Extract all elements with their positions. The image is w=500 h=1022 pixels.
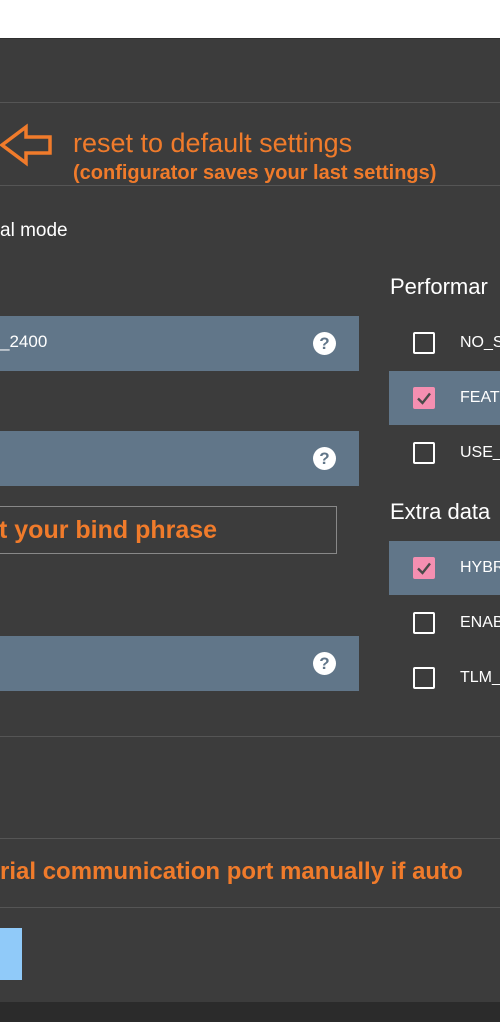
option-label: NO_S <box>460 334 500 351</box>
extra-data-section-title: Extra data <box>390 499 491 524</box>
extra-data-option-2[interactable]: ENAB <box>389 596 500 650</box>
option-label: ENAB <box>460 614 500 631</box>
performance-option-1[interactable]: NO_S <box>389 316 500 370</box>
help-icon[interactable]: ? <box>313 447 336 470</box>
bind-phrase-input[interactable]: t your bind phrase <box>0 506 337 554</box>
option-label: USE_ <box>460 444 500 461</box>
extra-data-option-3[interactable]: TLM_ <box>389 651 500 705</box>
left-arrow-annotation-icon <box>0 123 52 167</box>
help-icon[interactable]: ? <box>313 652 336 675</box>
action-button[interactable] <box>0 928 22 980</box>
divider <box>0 907 500 908</box>
checkbox[interactable] <box>413 667 435 689</box>
performance-option-3[interactable]: USE_ <box>389 426 500 480</box>
mode-label: al mode <box>0 220 68 241</box>
bind-phrase-annotation-text: t your bind phrase <box>0 516 218 544</box>
field-value: _2400 <box>0 332 48 351</box>
option-label: FEAT <box>460 389 500 406</box>
checkmark-icon <box>417 392 431 405</box>
option-select-field-3[interactable]: ? <box>0 636 359 691</box>
checkbox[interactable] <box>413 612 435 634</box>
checkbox[interactable] <box>413 442 435 464</box>
help-icon[interactable]: ? <box>313 332 336 355</box>
reset-annotation-text: reset to default settings <box>73 128 353 158</box>
performance-section-title: Performar <box>390 274 488 299</box>
checkbox-checked[interactable] <box>413 557 435 579</box>
option-label: HYBR <box>460 559 500 576</box>
checkbox[interactable] <box>413 332 435 354</box>
option-select-field-2[interactable]: ? <box>0 431 359 486</box>
serial-port-annotation-text: rial communication port manually if auto <box>0 858 463 885</box>
browser-top-bar <box>0 0 500 39</box>
divider <box>0 736 500 737</box>
checkmark-icon <box>417 562 431 575</box>
bottom-bar <box>0 1002 500 1022</box>
divider <box>0 102 500 103</box>
performance-option-2[interactable]: FEAT <box>389 371 500 425</box>
option-select-field-1[interactable]: _2400 ? <box>0 316 359 371</box>
option-label: TLM_ <box>460 669 500 686</box>
divider <box>0 185 500 186</box>
saves-settings-annotation-text: (configurator saves your last settings) <box>73 162 437 184</box>
checkbox-checked[interactable] <box>413 387 435 409</box>
divider <box>0 838 500 839</box>
extra-data-option-1[interactable]: HYBR <box>389 541 500 595</box>
